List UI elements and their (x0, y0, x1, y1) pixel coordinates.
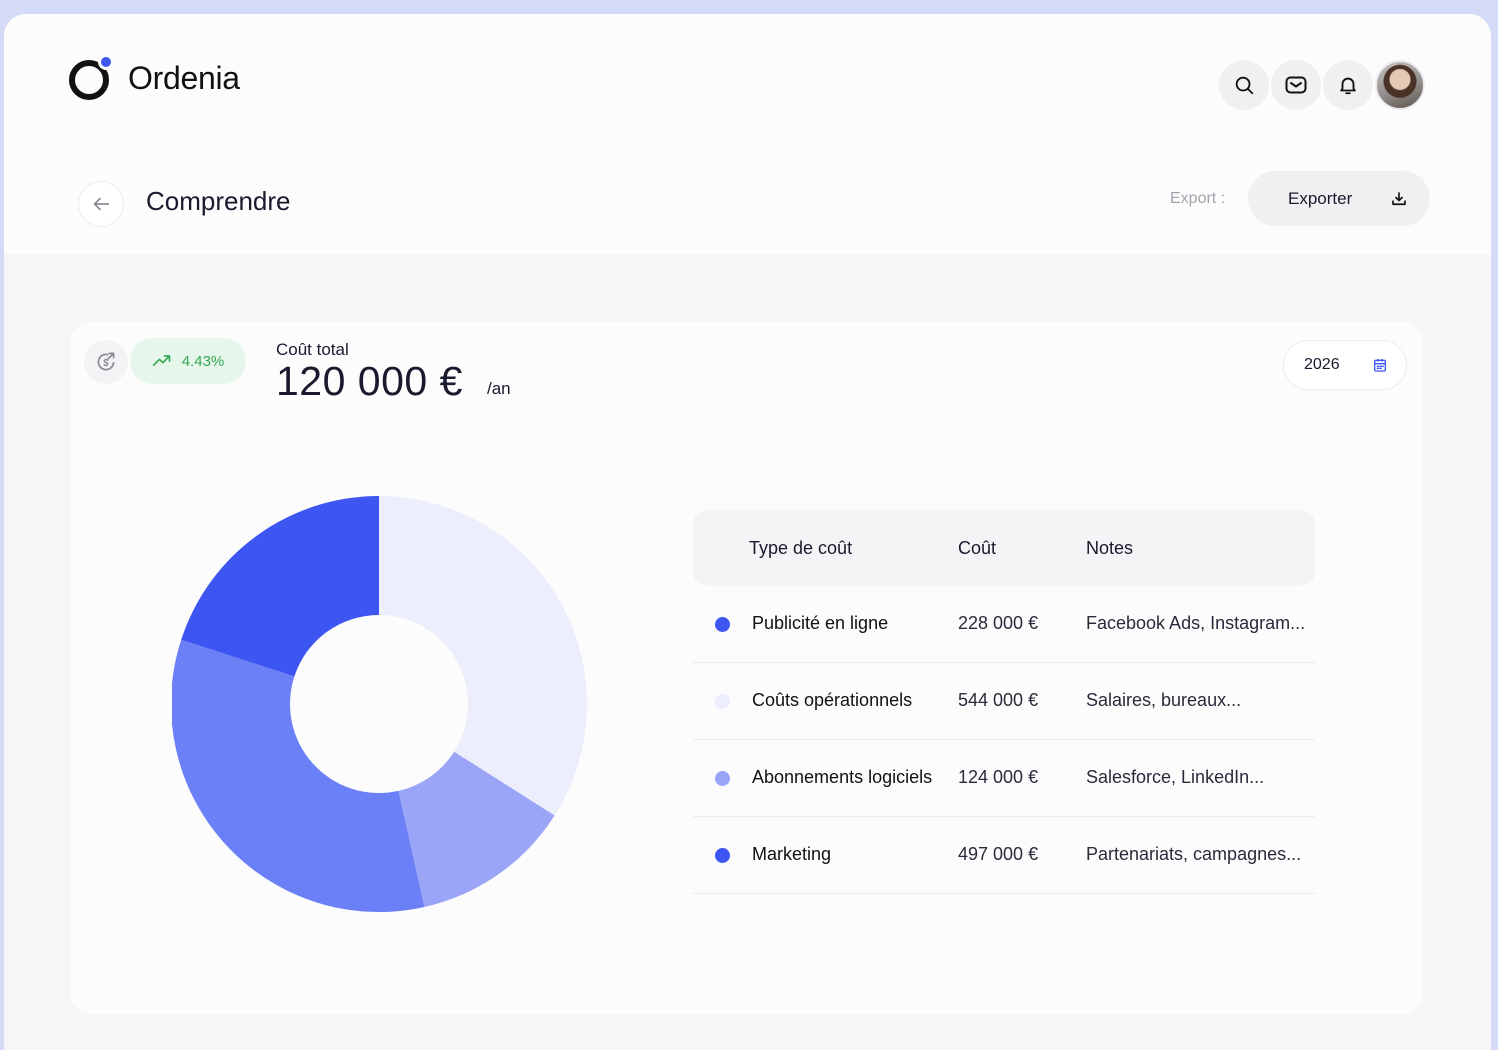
row-notes: Facebook Ads, Instagram... (1086, 613, 1306, 633)
export-button[interactable]: Exporter (1248, 171, 1430, 226)
legend-dot (715, 848, 730, 863)
download-icon (1392, 191, 1406, 205)
header-notes: Notes (1086, 538, 1134, 558)
table-header: Type de coût Coût Notes (693, 510, 1315, 586)
legend-dot (715, 694, 730, 709)
total-unit: /an (487, 379, 511, 398)
calendar-icon (1374, 359, 1386, 372)
logo[interactable]: Ordenia (68, 54, 240, 102)
notifications-button[interactable] (1323, 60, 1373, 110)
row-notes: Partenariats, campagnes... (1086, 844, 1302, 864)
year-value: 2026 (1304, 356, 1340, 373)
row-type: Marketing (752, 844, 832, 864)
coin-icon: $ (84, 340, 128, 384)
row-cost: 544 000 € (958, 690, 1039, 710)
search-button[interactable] (1219, 60, 1269, 110)
top-actions (1219, 60, 1425, 110)
table-row[interactable]: Coûts opérationnels 544 000 € Salaires, … (693, 663, 1315, 740)
trend-value: 4.43% (181, 352, 225, 370)
cost-table: Type de coût Coût Notes Publicité en lig… (693, 510, 1315, 894)
row-notes: Salaires, bureaux... (1086, 690, 1242, 710)
avatar[interactable] (1375, 60, 1425, 110)
export-button-label: Exporter (1288, 188, 1353, 208)
row-notes: Salesforce, LinkedIn... (1086, 767, 1265, 787)
header-type: Type de coût (749, 538, 853, 558)
row-type: Publicité en ligne (752, 613, 889, 633)
page-title: Comprendre (146, 186, 291, 216)
year-picker[interactable]: 2026 (1283, 340, 1407, 390)
export-label: Export : (1170, 190, 1226, 207)
table-row[interactable]: Abonnements logiciels 124 000 € Salesfor… (693, 740, 1315, 817)
cost-donut-chart (172, 496, 587, 912)
row-cost: 228 000 € (958, 613, 1039, 633)
legend-dot (715, 771, 730, 786)
cost-card: $ 4.43% Coût total 120 000 € /an 2026 Ty… (70, 322, 1423, 1014)
messages-button[interactable] (1271, 60, 1321, 110)
app-frame: Ordenia Comprendre Export : Exporter $ 4… (4, 14, 1491, 1050)
header-cost: Coût (958, 538, 997, 558)
total-label: Coût total (276, 340, 349, 359)
total-value: 120 000 € (276, 358, 463, 404)
table-row[interactable]: Publicité en ligne 228 000 € Facebook Ad… (693, 586, 1315, 663)
table-row[interactable]: Marketing 497 000 € Partenariats, campag… (693, 817, 1315, 894)
trend-badge: 4.43% (130, 338, 246, 384)
legend-dot (715, 617, 730, 632)
row-cost: 124 000 € (958, 767, 1039, 787)
bell-icon (1340, 77, 1356, 95)
top-section: Ordenia Comprendre Export : Exporter (4, 14, 1491, 254)
app-name: Ordenia (128, 59, 240, 96)
svg-text:$: $ (103, 358, 109, 369)
row-cost: 497 000 € (958, 844, 1039, 864)
logo-icon (68, 54, 116, 102)
arrow-left-icon (93, 197, 110, 211)
trending-up-icon (152, 355, 171, 366)
donut-slice-0[interactable] (379, 496, 587, 816)
search-icon (1235, 76, 1254, 95)
row-type: Coûts opérationnels (752, 690, 913, 710)
donut-slice-2[interactable] (172, 639, 425, 912)
row-type: Abonnements logiciels (752, 767, 933, 787)
back-button[interactable] (78, 181, 124, 227)
mail-icon (1285, 76, 1307, 94)
